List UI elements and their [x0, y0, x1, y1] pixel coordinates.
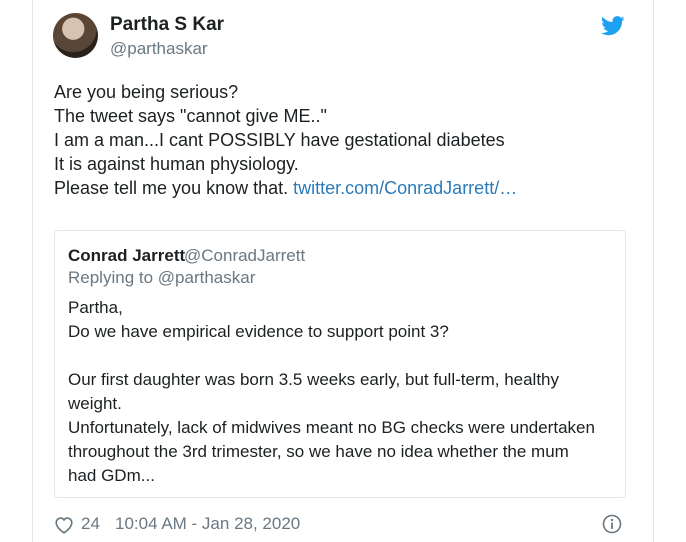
quoted-line: Partha, [68, 298, 123, 317]
avatar[interactable] [53, 13, 98, 58]
quoted-author-name: Conrad Jarrett [68, 246, 186, 265]
quoted-line: Our first daughter was born 3.5 weeks ea… [68, 370, 560, 389]
tweet-line: Are you being serious? [54, 82, 239, 102]
quoted-text: Partha, Do we have empirical evidence to… [68, 296, 618, 488]
quoted-line: Do we have empirical evidence to support… [68, 322, 449, 341]
quoted-replying-to: Replying to @parthaskar [68, 268, 256, 287]
quoted-author-handle: @ConradJarrett [184, 246, 306, 265]
quoted-line: Unfortunately, lack of midwives meant no… [68, 418, 595, 437]
tweet-line-text: Please tell me you know that. [54, 178, 294, 198]
quoted-line: had GDm... [68, 466, 155, 485]
quoted-line: weight. [68, 394, 122, 413]
author-name[interactable]: Partha S Kar [110, 14, 224, 36]
tweet-line: Please tell me you know that. twitter.co… [54, 176, 634, 200]
tweet-link[interactable]: twitter.com/ConradJarrett/… [293, 178, 517, 198]
twitter-bird-icon[interactable] [601, 16, 625, 36]
tweet-footer: 24 10:04 AM - Jan 28, 2020 [54, 514, 626, 536]
tweet-line: It is against human physiology. [54, 154, 299, 174]
tweet-line: I am a man...I cant POSSIBLY have gestat… [54, 130, 505, 150]
tweet-text: Are you being serious? The tweet says "c… [54, 80, 634, 200]
tweet-line: The tweet says "cannot give ME.." [54, 106, 327, 126]
timestamp[interactable]: 10:04 AM - Jan 28, 2020 [115, 514, 300, 534]
quoted-tweet[interactable]: Conrad Jarrett @ConradJarrett Replying t… [54, 230, 626, 498]
quoted-line: throughout the 3rd trimester, so we have… [68, 442, 569, 461]
quoted-blank-line [68, 344, 618, 368]
like-count[interactable]: 24 [81, 514, 100, 534]
author-handle[interactable]: @parthaskar [110, 39, 208, 59]
info-icon[interactable] [602, 514, 622, 534]
heart-icon[interactable] [54, 516, 74, 534]
